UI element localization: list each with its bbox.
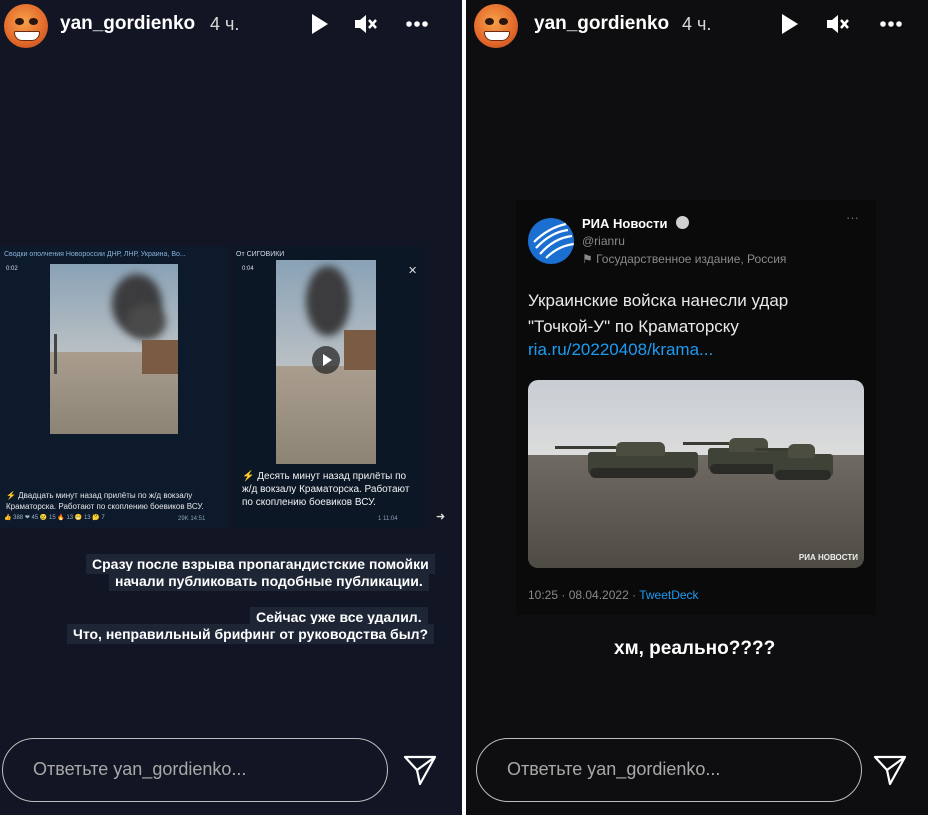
avatar[interactable] bbox=[474, 4, 518, 48]
flag-icon: ⚑ bbox=[582, 252, 597, 266]
story-text-line: начали публиковать подобные публикации. bbox=[109, 571, 429, 591]
tweet-more-icon: ··· bbox=[846, 210, 859, 225]
send-icon[interactable] bbox=[402, 752, 438, 788]
reply-input[interactable]: Ответьте yan_gordienko... bbox=[2, 738, 388, 802]
embedded-screenshot: Сводки ополчения Новороссии ДНР, ЛНР, Ук… bbox=[0, 246, 442, 528]
post-time: 4 ч. bbox=[682, 14, 712, 34]
ria-logo-icon bbox=[528, 218, 574, 264]
reply-input[interactable]: Ответьте yan_gordienko... bbox=[476, 738, 862, 802]
tweet-card: РИА Новости @rianru ⚑ Государственное из… bbox=[516, 200, 876, 615]
photo-watermark: РИА НОВОСТИ bbox=[798, 553, 858, 562]
story-right: yan_gordienko 4 ч. РИА Новости @rianru ⚑… bbox=[466, 0, 928, 815]
tweet-text: Украинские войска нанесли удар "Точкой-У… bbox=[528, 291, 789, 336]
post-header: Сводки ополчения Новороссии ДНР, ЛНР, Ук… bbox=[4, 251, 186, 258]
username[interactable]: yan_gordienko bbox=[534, 13, 669, 35]
reply-placeholder: Ответьте yan_gordienko... bbox=[507, 759, 721, 779]
more-icon[interactable] bbox=[404, 11, 430, 37]
forward-icon[interactable]: ➜ bbox=[436, 510, 445, 523]
tweet-author-name: РИА Новости bbox=[582, 216, 668, 231]
video-thumbnail[interactable] bbox=[50, 264, 178, 434]
video-duration: 0:04 bbox=[242, 266, 254, 272]
view-count: 29K 14:51 bbox=[178, 516, 206, 522]
reply-placeholder: Ответьте yan_gordienko... bbox=[33, 759, 247, 779]
telegram-post-2: От СИГОВИКИ 0:04 ✕ ⚡ Десять минут назад … bbox=[232, 246, 422, 528]
post-caption: ⚡ Десять минут назад прилёты по ж/д вокз… bbox=[242, 471, 410, 508]
avatar[interactable] bbox=[4, 4, 48, 48]
tweet-photo: РИА НОВОСТИ bbox=[528, 380, 864, 568]
state-media-label: ⚑ Государственное издание, Россия bbox=[582, 252, 787, 266]
username[interactable]: yan_gordienko bbox=[60, 13, 195, 35]
telegram-post-1: Сводки ополчения Новороссии ДНР, ЛНР, Ук… bbox=[0, 246, 228, 528]
post-header: От СИГОВИКИ bbox=[236, 251, 285, 258]
story-header: yan_gordienko 4 ч. bbox=[0, 0, 462, 50]
mute-icon[interactable] bbox=[352, 11, 378, 37]
reactions: 👍 388 ❤ 45 😢 15 🔥 13 😁 13 🤔 7 bbox=[4, 515, 105, 521]
post-time: 4 ч. bbox=[210, 14, 240, 34]
post-caption: ⚡ Двадцать минут назад прилёты по ж/д во… bbox=[6, 491, 204, 511]
story-header: yan_gordienko 4 ч. bbox=[466, 0, 928, 50]
story-left: yan_gordienko 4 ч. Сводки ополчения Ново… bbox=[0, 0, 462, 815]
story-caption: хм, реально???? bbox=[614, 638, 776, 659]
story-text-line: Что, неправильный брифинг от руководства… bbox=[67, 624, 435, 644]
close-icon[interactable]: ✕ bbox=[408, 264, 417, 277]
tweet-handle: @rianru bbox=[582, 234, 625, 248]
video-duration: 0:02 bbox=[6, 266, 18, 272]
play-icon[interactable] bbox=[776, 11, 802, 37]
play-video-icon[interactable] bbox=[312, 346, 340, 374]
video-thumbnail[interactable] bbox=[276, 260, 376, 464]
verified-icon bbox=[676, 216, 689, 229]
view-count: 1 11:04 bbox=[378, 516, 398, 522]
send-icon[interactable] bbox=[872, 752, 908, 788]
tweet-footer: 10:25 · 08.04.2022 · TweetDeck bbox=[528, 588, 699, 602]
play-icon[interactable] bbox=[306, 11, 332, 37]
more-icon[interactable] bbox=[878, 11, 904, 37]
tweet-link: ria.ru/20220408/krama... bbox=[528, 340, 714, 359]
mute-icon[interactable] bbox=[824, 11, 850, 37]
